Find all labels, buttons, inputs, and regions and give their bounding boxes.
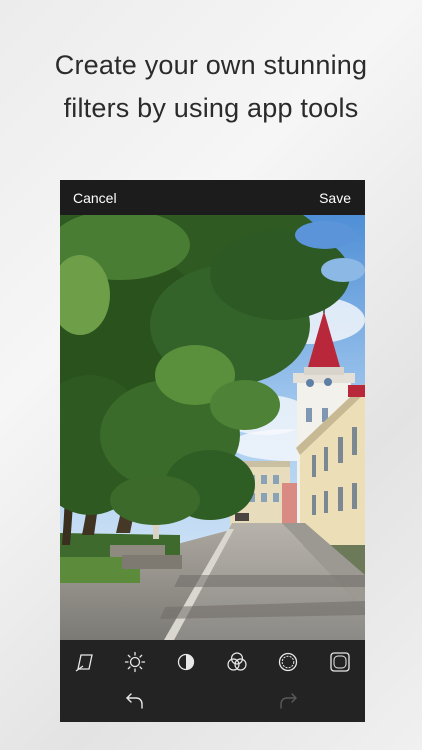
tool-contrast[interactable] — [173, 649, 199, 675]
photo-preview — [60, 215, 365, 640]
redo-icon — [280, 693, 297, 709]
aperture-icon — [278, 652, 298, 672]
editor-top-bar: Cancel Save — [60, 180, 365, 215]
color-channels-icon — [227, 652, 247, 671]
tool-straighten[interactable] — [72, 649, 98, 675]
tool-brightness[interactable] — [122, 649, 148, 675]
contrast-icon — [177, 653, 195, 671]
vignette-icon — [330, 652, 350, 672]
redo-button[interactable] — [275, 687, 301, 713]
headline-line-1: Create your own stunning — [54, 50, 368, 80]
cancel-button[interactable]: Cancel — [73, 189, 117, 207]
headline-line-2: filters by using app tools — [63, 93, 359, 123]
editor-toolbar — [60, 640, 365, 722]
undo-icon — [126, 693, 143, 709]
headline: Create your own stunning filters by usin… — [0, 44, 422, 130]
save-button[interactable]: Save — [319, 189, 351, 207]
editor-screen: Cancel Save — [60, 180, 365, 722]
tool-aperture[interactable] — [275, 649, 301, 675]
tool-vignette[interactable] — [327, 649, 353, 675]
tool-color[interactable] — [224, 649, 250, 675]
brightness-icon — [124, 651, 146, 673]
straighten-icon — [75, 654, 93, 672]
undo-button[interactable] — [122, 687, 148, 713]
